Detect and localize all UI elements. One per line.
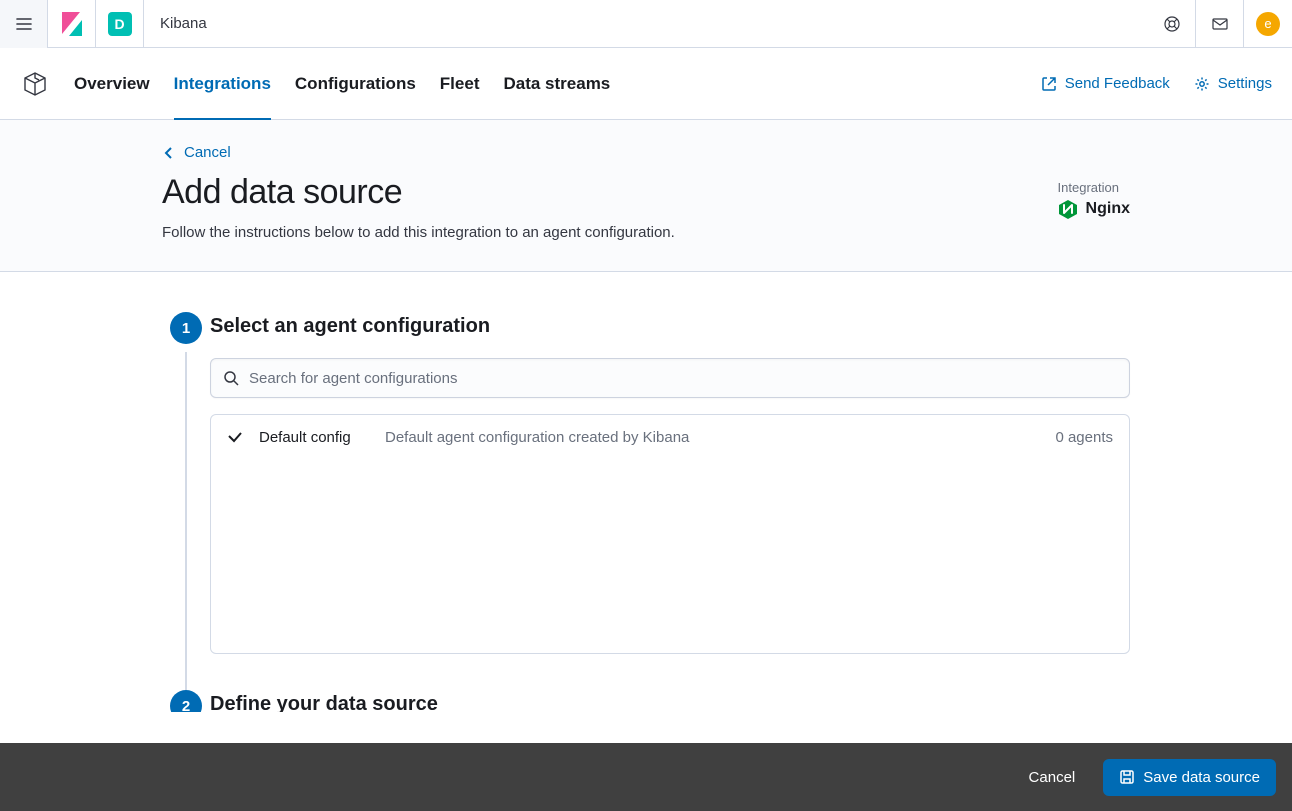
search-icon	[223, 370, 239, 386]
cancel-button[interactable]: Cancel	[1017, 761, 1088, 794]
gear-icon	[1194, 76, 1210, 92]
kibana-logo-icon	[62, 12, 82, 36]
agent-config-list: Default config Default agent configurati…	[210, 414, 1130, 654]
nginx-icon	[1058, 199, 1078, 219]
page-header: Cancel Add data source Follow the instru…	[0, 120, 1292, 272]
package-icon	[22, 71, 48, 97]
save-button-label: Save data source	[1143, 769, 1260, 786]
mail-button[interactable]	[1196, 0, 1244, 48]
breadcrumb[interactable]: Kibana	[144, 15, 207, 32]
global-header: D Kibana e	[0, 0, 1292, 48]
kibana-logo[interactable]	[48, 0, 96, 48]
tabs: Overview Integrations Configurations Fle…	[74, 48, 610, 119]
hamburger-icon	[15, 15, 33, 33]
send-feedback-label: Send Feedback	[1065, 75, 1170, 92]
bottom-action-bar: Cancel Save data source	[0, 743, 1292, 811]
tab-fleet[interactable]: Fleet	[440, 48, 480, 119]
settings-label: Settings	[1218, 75, 1272, 92]
step-2-number: 2	[170, 690, 202, 712]
app-logo	[20, 69, 50, 99]
step-connector	[185, 352, 187, 690]
agent-config-name: Default config	[259, 429, 369, 446]
tab-overview[interactable]: Overview	[74, 48, 150, 119]
popout-icon	[1041, 76, 1057, 92]
space-selector[interactable]: D	[96, 0, 144, 48]
agent-config-agents: 0 agents	[1055, 429, 1113, 446]
step-1-title: Select an agent configuration	[210, 315, 1130, 338]
page-scroll[interactable]: Cancel Add data source Follow the instru…	[0, 120, 1292, 743]
tab-configurations[interactable]: Configurations	[295, 48, 416, 119]
steps: 1 Select an agent configuration Default …	[146, 272, 1146, 743]
nav-toggle-button[interactable]	[0, 0, 48, 48]
settings-link[interactable]: Settings	[1194, 75, 1272, 92]
user-menu-button[interactable]: e	[1244, 0, 1292, 48]
integration-name: Nginx	[1086, 200, 1130, 218]
step-1-number: 1	[170, 312, 202, 344]
step-1: 1 Select an agent configuration Default …	[162, 312, 1130, 690]
page-title: Add data source	[162, 173, 1130, 212]
save-icon	[1119, 769, 1135, 785]
send-feedback-link[interactable]: Send Feedback	[1041, 75, 1170, 92]
step-2: 2 Define your data source	[162, 690, 1130, 712]
agent-config-row[interactable]: Default config Default agent configurati…	[211, 415, 1129, 460]
lifebuoy-icon	[1163, 15, 1181, 33]
integration-summary: Integration Nginx	[1058, 180, 1130, 219]
check-icon	[227, 430, 243, 446]
save-data-source-button[interactable]: Save data source	[1103, 759, 1276, 796]
step-2-title: Define your data source	[210, 693, 1130, 712]
tab-integrations[interactable]: Integrations	[174, 48, 271, 119]
space-badge: D	[108, 12, 132, 36]
agent-config-search[interactable]	[210, 358, 1130, 398]
app-tabbar: Overview Integrations Configurations Fle…	[0, 48, 1292, 120]
cancel-back-label: Cancel	[184, 144, 231, 161]
agent-config-search-input[interactable]	[249, 370, 1117, 387]
newsfeed-button[interactable]	[1148, 0, 1196, 48]
user-avatar: e	[1256, 12, 1280, 36]
agent-config-desc: Default agent configuration created by K…	[385, 429, 1039, 446]
mail-icon	[1211, 15, 1229, 33]
integration-caption: Integration	[1058, 180, 1130, 195]
page-description: Follow the instructions below to add thi…	[162, 224, 1130, 241]
chevron-left-icon	[162, 146, 176, 160]
tab-data-streams[interactable]: Data streams	[503, 48, 610, 119]
cancel-back-link[interactable]: Cancel	[162, 144, 231, 161]
